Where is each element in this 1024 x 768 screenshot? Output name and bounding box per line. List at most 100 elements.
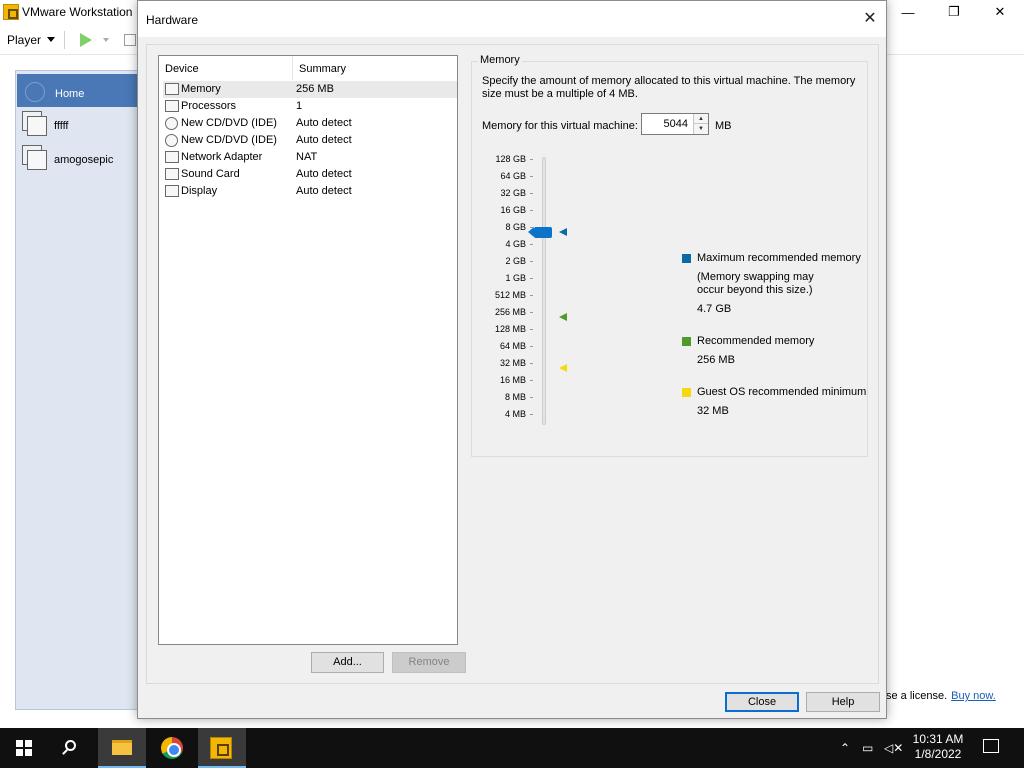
memory-input[interactable] — [644, 116, 690, 132]
device-summary: Auto detect — [296, 185, 352, 197]
cd-icon — [165, 117, 178, 130]
device-list[interactable]: Device Summary Memory 256 MB Processors … — [158, 55, 458, 645]
device-row-network-adapter[interactable]: Network Adapter NAT — [163, 149, 457, 166]
memory-slider-track[interactable] — [542, 157, 546, 425]
stepper-up-icon[interactable]: ▲ — [693, 114, 708, 124]
device-row-sound-card[interactable]: Sound Card Auto detect — [163, 166, 457, 183]
virtual-machine-icon — [22, 145, 47, 170]
column-header-summary[interactable]: Summary — [293, 56, 457, 80]
library-item-vm[interactable]: fffff — [22, 111, 140, 139]
memory-scale-tick — [530, 414, 533, 415]
send-keys-icon[interactable] — [124, 34, 136, 46]
remove-button[interactable]: Remove — [392, 652, 466, 673]
memory-scale-tick — [530, 380, 533, 381]
processor-icon — [165, 100, 179, 112]
vmware-taskbar-button[interactable] — [198, 728, 246, 768]
home-icon — [25, 82, 45, 102]
memory-slider-scale: 128 GB 64 GB 32 GB 16 GB 8 GB 4 GB 2 GB 1 GB 512… — [472, 154, 592, 437]
memory-scale-tick — [530, 210, 533, 211]
memory-scale-tick — [530, 244, 533, 245]
device-row-memory[interactable]: Memory 256 MB — [163, 81, 457, 98]
buy-now-link[interactable]: Buy now. — [951, 690, 996, 702]
search-icon — [65, 740, 76, 751]
cd-icon — [165, 134, 178, 147]
memory-scale-tick — [530, 363, 533, 364]
memory-scale-tick — [530, 397, 533, 398]
start-button[interactable] — [0, 728, 48, 768]
restore-button[interactable]: ❐ — [931, 0, 977, 24]
device-summary: 256 MB — [296, 83, 334, 95]
play-dropdown-caret-icon[interactable] — [103, 38, 109, 42]
minimum-marker-icon — [559, 364, 567, 372]
memory-stepper[interactable]: ▲ ▼ — [641, 113, 709, 135]
player-dropdown-caret-icon[interactable] — [47, 37, 55, 42]
stepper-down-icon[interactable]: ▼ — [693, 124, 708, 134]
file-explorer-button[interactable] — [98, 728, 146, 768]
notifications-icon[interactable] — [983, 739, 999, 753]
memory-scale-label: 16 MB — [499, 375, 526, 385]
library-item-home[interactable]: Home — [17, 74, 139, 107]
device-name: Network Adapter — [181, 151, 263, 163]
memory-scale-label: 32 GB — [500, 188, 526, 198]
memory-scale-tick — [530, 176, 533, 177]
memory-scale-tick — [530, 329, 533, 330]
close-button[interactable]: Close — [725, 692, 799, 712]
memory-scale-tick — [530, 193, 533, 194]
device-name: Display — [181, 185, 218, 197]
memory-icon — [165, 83, 179, 95]
taskbar: ⌃ ▭ ◁✕ 10:31 AM 1/8/2022 — [0, 728, 1024, 768]
minimize-button[interactable]: — — [885, 0, 931, 24]
memory-scale-tick — [530, 346, 533, 347]
memory-slider-thumb[interactable] — [528, 227, 552, 238]
network-icon[interactable]: ▭ — [862, 741, 873, 755]
library-item-label: amogosepic — [54, 154, 114, 166]
minimum-swatch — [682, 388, 691, 397]
device-name: Memory — [181, 83, 221, 95]
device-row-processors[interactable]: Processors 1 — [163, 98, 457, 115]
device-summary: Auto detect — [296, 168, 352, 180]
recommended-title: Recommended memory — [697, 335, 815, 347]
license-text: se a license. — [886, 690, 948, 702]
recommended-swatch — [682, 337, 691, 346]
clock-date: 1/8/2022 — [914, 747, 962, 761]
device-summary: Auto detect — [296, 117, 352, 129]
device-row-display[interactable]: Display Auto detect — [163, 183, 457, 200]
column-header-device[interactable]: Device — [159, 56, 293, 80]
memory-scale-tick — [530, 295, 533, 296]
clock[interactable]: 10:31 AM 1/8/2022 — [905, 732, 971, 762]
add-button[interactable]: Add... — [311, 652, 384, 673]
help-button[interactable]: Help — [806, 692, 880, 712]
memory-scale-label: 16 GB — [500, 205, 526, 215]
windows-start-icon — [16, 740, 32, 756]
device-row-cd-dvd-2[interactable]: New CD/DVD (IDE) Auto detect — [163, 132, 457, 149]
max-recommended-swatch — [682, 254, 691, 263]
main-close-button[interactable]: ✕ — [977, 0, 1023, 24]
chrome-button[interactable] — [148, 728, 196, 768]
search-button[interactable] — [48, 728, 96, 768]
player-menu[interactable]: Player — [7, 33, 41, 47]
dialog-titlebar: Hardware ✕ — [138, 1, 886, 37]
device-row-cd-dvd-1[interactable]: New CD/DVD (IDE) Auto detect — [163, 115, 457, 132]
device-summary: NAT — [296, 151, 318, 163]
folder-icon — [112, 740, 132, 755]
volume-muted-icon[interactable]: ◁✕ — [884, 741, 903, 755]
vmware-icon — [210, 737, 232, 759]
play-icon[interactable] — [80, 33, 92, 47]
chrome-icon — [161, 737, 183, 759]
memory-scale-label: 8 GB — [505, 222, 526, 232]
memory-scale-label: 2 GB — [505, 256, 526, 266]
library-item-label: Home — [55, 88, 85, 100]
memory-scale-tick — [530, 159, 533, 160]
library-item-vm[interactable]: amogosepic — [22, 145, 140, 173]
max-recommended-note: (Memory swapping may occur beyond this s… — [697, 271, 814, 296]
hardware-dialog: Hardware ✕ Device Summary Memory 256 MB … — [137, 0, 887, 719]
memory-scale-label: 256 MB — [494, 307, 526, 317]
vmware-logo-icon — [3, 4, 19, 20]
memory-group-label: Memory — [478, 54, 522, 66]
license-notice: se a license. Buy now. — [886, 690, 996, 702]
chevron-up-icon[interactable]: ⌃ — [840, 741, 850, 755]
close-icon[interactable]: ✕ — [860, 10, 880, 30]
memory-scale-tick — [530, 261, 533, 262]
memory-group: Memory Specify the amount of memory allo… — [471, 54, 868, 457]
memory-field-label: Memory for this virtual machine: — [482, 120, 638, 132]
